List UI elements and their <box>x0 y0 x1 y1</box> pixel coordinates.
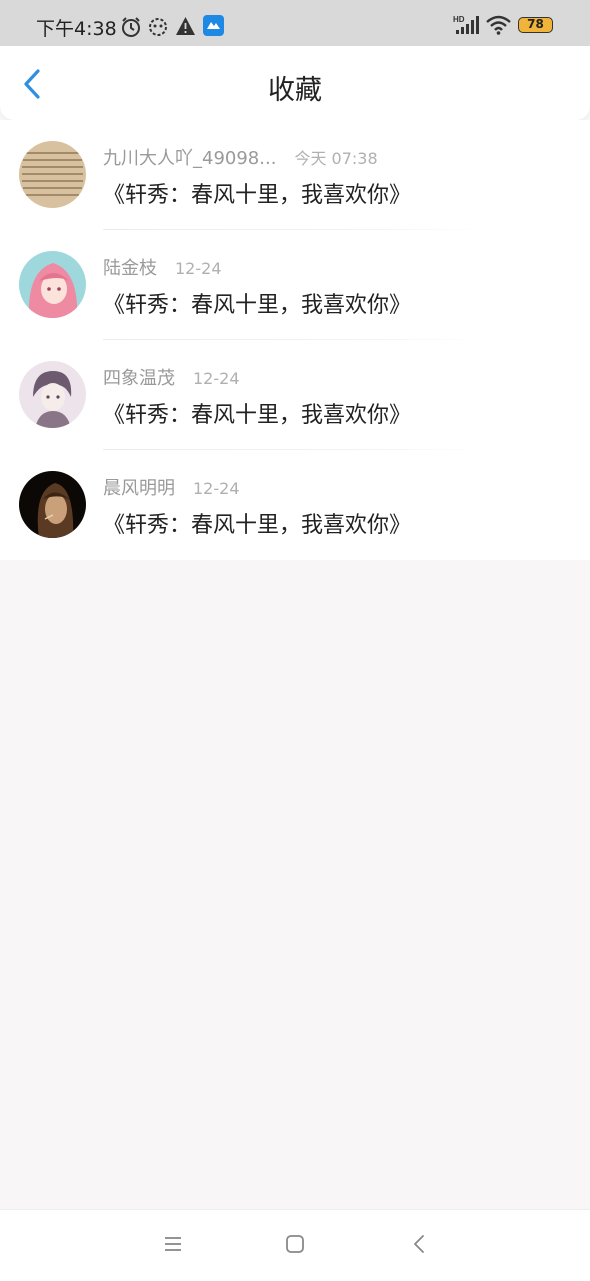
post-time: 12-24 <box>175 259 222 278</box>
favorite-title[interactable]: 《轩秀：春风十里，我喜欢你》 <box>103 507 411 539</box>
avatar <box>19 251 86 318</box>
svg-text:HD: HD <box>453 15 465 24</box>
settings-bot-icon <box>149 18 167 36</box>
avatar <box>19 471 86 538</box>
status-time: 下午4:38 <box>36 18 117 40</box>
favorite-title[interactable]: 《轩秀：春风十里，我喜欢你》 <box>103 177 411 209</box>
avatar <box>19 361 86 428</box>
battery-icon: 78 <box>518 17 553 33</box>
favorite-title[interactable]: 《轩秀：春风十里，我喜欢你》 <box>103 287 411 319</box>
item-meta: 九川大人吖_49098... 今天 07:38 <box>103 144 378 170</box>
hd-signal-icon: HD <box>453 15 479 34</box>
menu-icon[interactable] <box>163 1234 183 1254</box>
list-item[interactable]: 晨风明明 12-24 《轩秀：春风十里，我喜欢你》 <box>0 450 590 560</box>
post-time: 今天 07:38 <box>294 149 378 168</box>
alarm-icon <box>122 17 140 37</box>
item-meta: 陆金枝 12-24 <box>103 254 222 280</box>
favorite-title[interactable]: 《轩秀：春风十里，我喜欢你》 <box>103 397 411 429</box>
favorites-list: 九川大人吖_49098... 今天 07:38 《轩秀：春风十里，我喜欢你》 陆金… <box>0 120 590 560</box>
avatar <box>19 141 86 208</box>
author-name[interactable]: 陆金枝 <box>103 258 157 279</box>
author-name[interactable]: 四象温茂 <box>103 368 175 389</box>
item-meta: 四象温茂 12-24 <box>103 364 240 390</box>
author-name[interactable]: 九川大人吖_49098... <box>103 148 276 169</box>
warning-icon <box>176 17 195 35</box>
page-title: 收藏 <box>268 75 322 106</box>
status-bar: 下午4:38 HD 78 <box>0 0 590 46</box>
list-item[interactable]: 九川大人吖_49098... 今天 07:38 《轩秀：春风十里，我喜欢你》 <box>0 120 590 230</box>
app-notification-icon <box>203 15 224 36</box>
app-header: 收藏 <box>0 46 590 120</box>
list-item[interactable]: 陆金枝 12-24 《轩秀：春风十里，我喜欢你》 <box>0 230 590 340</box>
list-item[interactable]: 四象温茂 12-24 《轩秀：春风十里，我喜欢你》 <box>0 340 590 450</box>
post-time: 12-24 <box>193 369 240 388</box>
author-name[interactable]: 晨风明明 <box>103 478 175 499</box>
home-icon[interactable] <box>285 1234 305 1254</box>
post-time: 12-24 <box>193 479 240 498</box>
item-meta: 晨风明明 12-24 <box>103 474 240 500</box>
system-nav-bar <box>0 1209 590 1281</box>
wifi-icon <box>486 15 511 35</box>
back-icon[interactable] <box>410 1234 430 1254</box>
